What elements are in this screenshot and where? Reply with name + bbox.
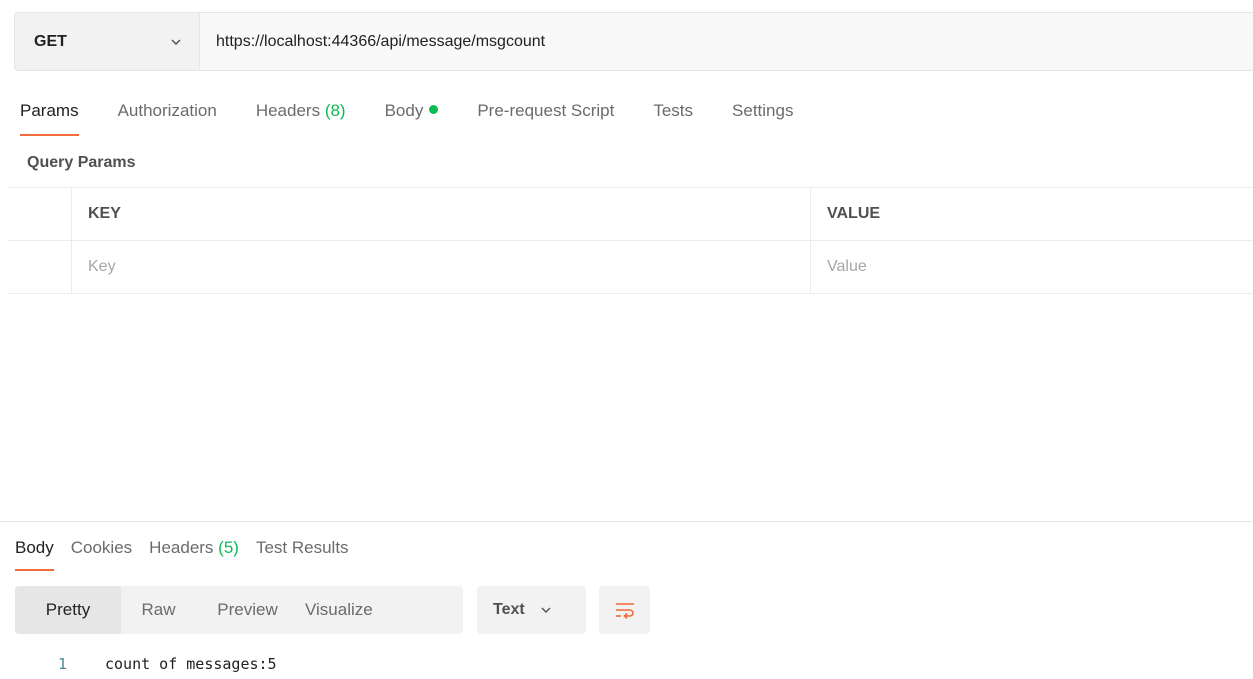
- tab-label: Headers: [255, 101, 321, 120]
- response-tab-headers[interactable]: Headers (5): [149, 537, 239, 573]
- response-body-line: 1 count of messages:5: [58, 655, 277, 673]
- view-raw-button[interactable]: Raw: [121, 586, 196, 634]
- tab-pre-request-script[interactable]: Pre-request Script: [477, 96, 614, 136]
- row-handle-cell: [7, 188, 72, 240]
- view-mode-group: Pretty Raw Preview Visualize: [15, 586, 463, 634]
- url-input[interactable]: https://localhost:44366/api/message/msgc…: [200, 13, 1253, 70]
- view-visualize-button[interactable]: Visualize: [299, 586, 463, 634]
- response-tab-body[interactable]: Body: [15, 537, 54, 573]
- response-text: count of messages:5: [105, 655, 277, 673]
- tab-authorization[interactable]: Authorization: [118, 96, 217, 136]
- view-preview-button[interactable]: Preview: [196, 586, 299, 634]
- tab-label: Settings: [732, 101, 794, 120]
- column-header-value: VALUE: [827, 205, 881, 222]
- key-input[interactable]: Key: [72, 241, 811, 293]
- status-dot: [429, 105, 439, 114]
- wrap-lines-icon: [615, 603, 634, 619]
- request-bar: GET https://localhost:44366/api/message/…: [14, 12, 1253, 71]
- query-params-table: KEY VALUE Key Value: [7, 187, 1253, 294]
- tab-tests[interactable]: Tests: [653, 96, 693, 136]
- line-number: 1: [58, 655, 68, 673]
- chevron-down-icon: [171, 39, 181, 45]
- tab-label: Params: [20, 101, 79, 120]
- request-tabs: Params Authorization Headers (8) Body Pr…: [20, 96, 832, 136]
- method-label: GET: [34, 32, 67, 50]
- chevron-down-icon: [541, 607, 551, 613]
- tab-label: Authorization: [117, 101, 217, 120]
- tab-label: Body: [384, 101, 424, 120]
- tab-label: Cookies: [70, 538, 133, 557]
- wrap-lines-button[interactable]: [599, 586, 650, 634]
- tab-count: (8): [324, 101, 346, 120]
- response-tabs: Body Cookies Headers (5) Test Results: [15, 537, 366, 573]
- tab-label: Tests: [653, 101, 694, 120]
- tab-label: Headers: [149, 538, 214, 557]
- tab-body[interactable]: Body: [385, 96, 439, 136]
- view-pretty-button[interactable]: Pretty: [15, 586, 121, 634]
- column-header-key: KEY: [72, 188, 811, 240]
- response-divider[interactable]: [0, 521, 1253, 522]
- tab-label: Pre-request Script: [477, 101, 615, 120]
- row-handle-cell: [7, 241, 72, 293]
- value-input[interactable]: Value: [811, 241, 1253, 293]
- tab-headers[interactable]: Headers (8): [256, 96, 346, 136]
- response-tab-cookies[interactable]: Cookies: [71, 537, 132, 573]
- table-header-row: KEY VALUE: [7, 188, 1253, 241]
- format-select[interactable]: Text: [477, 586, 586, 634]
- tab-params[interactable]: Params: [20, 96, 79, 136]
- format-label: Text: [493, 601, 525, 618]
- tab-label: Test Results: [255, 538, 349, 557]
- table-row: Key Value: [7, 241, 1253, 294]
- tab-count: (5): [218, 538, 239, 557]
- tab-settings[interactable]: Settings: [732, 96, 793, 136]
- response-tab-test-results[interactable]: Test Results: [256, 537, 349, 573]
- method-select[interactable]: GET: [15, 13, 200, 70]
- query-params-title: Query Params: [27, 154, 136, 171]
- tab-label: Body: [15, 538, 54, 557]
